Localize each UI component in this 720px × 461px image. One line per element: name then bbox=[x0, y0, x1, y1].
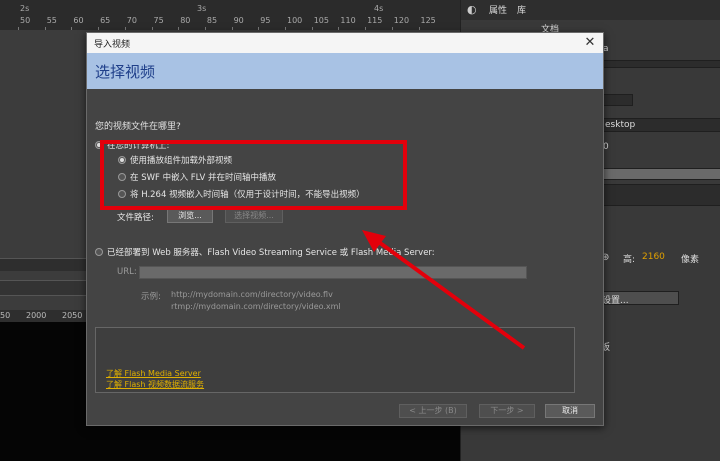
timeline-frame-label: 125 bbox=[420, 16, 436, 25]
height-value[interactable]: 2160 bbox=[642, 252, 665, 262]
next-button[interactable]: 下一步 > bbox=[479, 404, 535, 418]
timeline-second-label: 3s bbox=[197, 4, 207, 13]
learn-streaming-link[interactable]: 了解 Flash 视频数据流服务 bbox=[106, 379, 204, 390]
panel-slider[interactable] bbox=[603, 168, 720, 180]
dialog-titlebar[interactable]: 导入视频 ✕ bbox=[87, 33, 603, 53]
select-video-button[interactable]: 选择视频... bbox=[225, 209, 283, 223]
timeline-second-label: 4s bbox=[374, 4, 384, 13]
cancel-button[interactable]: 取消 bbox=[545, 404, 595, 418]
panel-bar bbox=[603, 60, 720, 68]
timeline-frame-label: 95 bbox=[260, 16, 271, 25]
tab-properties[interactable]: 属性 bbox=[489, 3, 507, 16]
example-url-rtmp: rtmp://mydomain.com/directory/video.xml bbox=[171, 302, 341, 311]
ruler-value: 2000 bbox=[26, 311, 47, 320]
timeline-frame-label: 110 bbox=[340, 16, 356, 25]
deployed-label: 已经部署到 Web 服务器、Flash Video Streaming Serv… bbox=[107, 248, 435, 258]
import-video-dialog: 导入视频 ✕ 选择视频 您的视频文件在哪里? 在您的计算机上: 使用播放组件加载… bbox=[86, 32, 604, 426]
settings-button[interactable]: 设置... bbox=[601, 291, 679, 306]
tab-library[interactable]: 库 bbox=[517, 3, 526, 16]
panel-field[interactable] bbox=[603, 184, 720, 206]
example-label: 示例: bbox=[141, 292, 161, 302]
timeline-second-label: 2s bbox=[20, 4, 30, 13]
dialog-title: 导入视频 bbox=[94, 40, 131, 50]
pixel-unit-label: 像素 bbox=[681, 255, 700, 265]
previous-button[interactable]: < 上一步 (B) bbox=[399, 404, 467, 418]
timeline-frame-label: 115 bbox=[367, 16, 383, 25]
timeline-frame-label: 100 bbox=[287, 16, 303, 25]
example-url-flv: http://mydomain.com/directory/video.flv bbox=[171, 290, 333, 299]
timeline-ruler[interactable]: 2s 3s 4s 50 55 60 65 70 75 80 85 90 95 100 105 110 11… bbox=[0, 0, 460, 31]
dialog-heading: 选择视频 bbox=[95, 63, 156, 81]
panel-field[interactable] bbox=[603, 94, 633, 106]
timeline-frame-label: 120 bbox=[393, 16, 410, 25]
browse-button[interactable]: 浏览... bbox=[167, 209, 213, 223]
ruler-value: 50 bbox=[0, 311, 11, 320]
timeline-frame-label: 65 bbox=[100, 16, 111, 25]
file-path-label: 文件路径: bbox=[117, 213, 154, 223]
url-label: URL: bbox=[117, 267, 137, 277]
stage-ruler: 50 2000 2050 bbox=[0, 310, 100, 322]
timeline-frame-label: 105 bbox=[313, 16, 329, 25]
close-icon[interactable]: ✕ bbox=[581, 34, 599, 52]
timeline-frame-label: 60 bbox=[73, 16, 84, 25]
timeline-frame-label: 75 bbox=[153, 16, 164, 25]
learn-fms-link[interactable]: 了解 Flash Media Server bbox=[106, 368, 201, 379]
question-label: 您的视频文件在哪里? bbox=[95, 122, 181, 132]
panel-tabbar: ◐ 属性 库 bbox=[461, 0, 720, 20]
deployed-radio[interactable] bbox=[95, 248, 103, 256]
desktop-text: esktop bbox=[605, 120, 636, 130]
timeline-frame-label: 55 bbox=[46, 16, 57, 25]
timeline-frame-label: 90 bbox=[233, 16, 244, 25]
highlight-box bbox=[100, 140, 407, 210]
ruler-value: 2050 bbox=[62, 311, 83, 320]
height-label: 高: bbox=[623, 255, 636, 265]
timeline-frame-label: 50 bbox=[20, 16, 31, 25]
info-box: 了解 Flash Media Server 了解 Flash 视频数据流服务 bbox=[95, 327, 575, 393]
timeline-frame-label: 70 bbox=[126, 16, 137, 25]
dialog-header: 选择视频 bbox=[87, 53, 603, 89]
timeline-frame-label: 80 bbox=[180, 16, 191, 25]
timeline-frame-label: 85 bbox=[206, 16, 218, 25]
url-input[interactable] bbox=[139, 266, 527, 279]
palette-icon[interactable]: ◐ bbox=[467, 3, 477, 16]
